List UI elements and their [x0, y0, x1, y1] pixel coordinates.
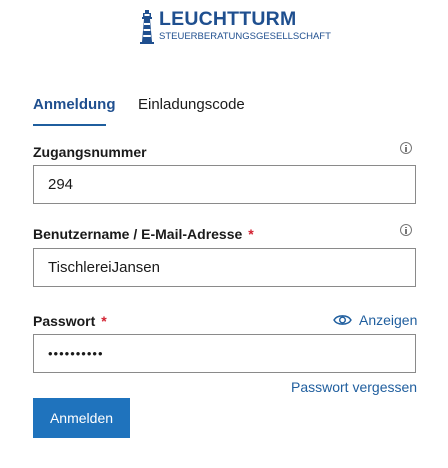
- show-password-label: Anzeigen: [359, 312, 418, 328]
- brand-name: LEUCHTTURM: [159, 8, 297, 30]
- password-label: Passwort *: [33, 313, 107, 330]
- lighthouse-icon: [140, 10, 154, 44]
- active-tab-indicator: [33, 124, 106, 126]
- tab-anmeldung[interactable]: Anmeldung: [33, 96, 116, 114]
- username-label-text: Benutzername / E-Mail-Adresse: [33, 226, 243, 242]
- password-label-text: Passwort: [33, 313, 96, 329]
- username-input[interactable]: [33, 248, 416, 287]
- required-marker: *: [248, 226, 254, 242]
- eye-icon: [333, 315, 352, 325]
- login-button[interactable]: Anmelden: [33, 398, 130, 438]
- required-marker: *: [101, 313, 107, 329]
- login-tabs: Anmeldung Einladungscode: [33, 96, 433, 128]
- access-number-label: Zugangsnummer: [33, 144, 147, 160]
- username-label: Benutzername / E-Mail-Adresse *: [33, 226, 254, 243]
- forgot-password-link[interactable]: Passwort vergessen: [291, 379, 417, 396]
- info-icon[interactable]: [400, 142, 412, 154]
- info-icon[interactable]: [400, 224, 412, 236]
- company-logo: LEUCHTTURM STEUERBERATUNGSGESELLSCHAFT: [140, 8, 331, 46]
- access-number-input[interactable]: [33, 165, 416, 204]
- password-input[interactable]: ••••••••••: [33, 334, 416, 373]
- tab-einladungscode[interactable]: Einladungscode: [138, 96, 245, 114]
- brand-subtitle: STEUERBERATUNGSGESELLSCHAFT: [159, 31, 331, 42]
